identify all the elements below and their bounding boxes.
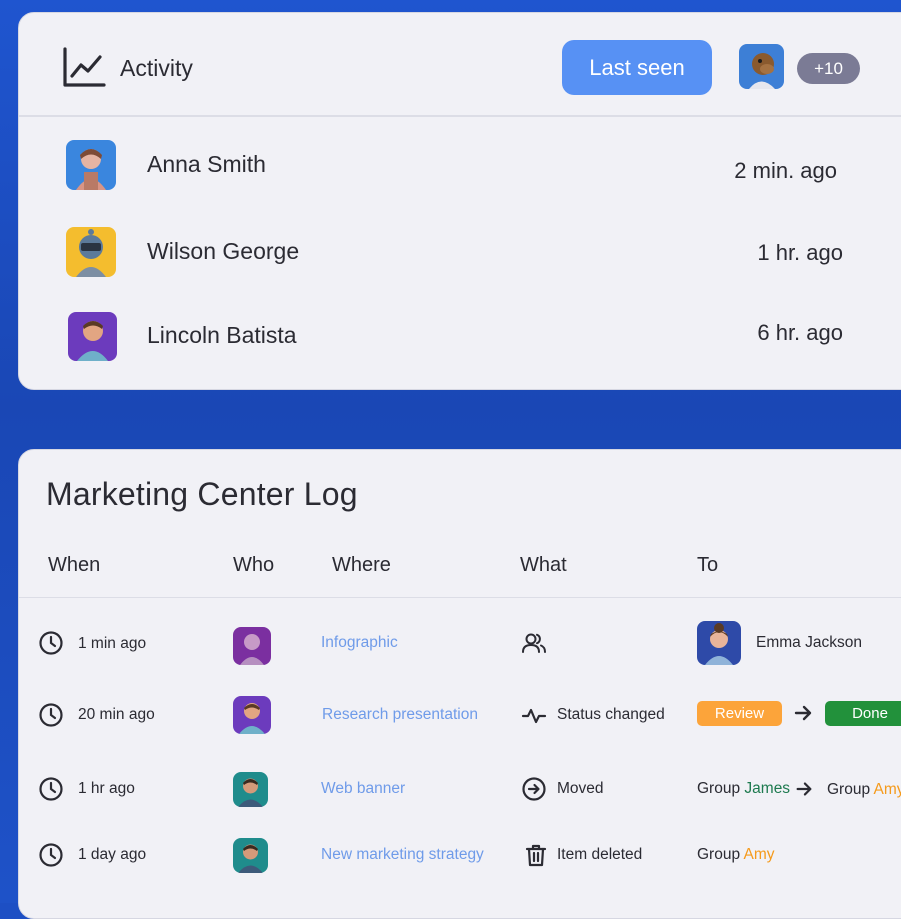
log-to-group: Group Amy bbox=[697, 846, 775, 864]
avatar[interactable] bbox=[233, 696, 271, 734]
log-where-link[interactable]: Infographic bbox=[321, 634, 398, 652]
avatar[interactable] bbox=[66, 227, 116, 277]
column-header-where: Where bbox=[332, 554, 391, 576]
log-what: Moved bbox=[557, 780, 604, 797]
log-when: 20 min ago bbox=[78, 706, 155, 723]
user-last-seen: 6 hr. ago bbox=[757, 320, 843, 345]
clock-icon bbox=[38, 776, 64, 802]
avatar[interactable] bbox=[739, 44, 784, 89]
user-name[interactable]: Lincoln Batista bbox=[147, 322, 297, 349]
status-badge-review: Review bbox=[697, 701, 782, 726]
divider bbox=[19, 597, 901, 598]
log-where-link[interactable]: Research presentation bbox=[322, 706, 478, 724]
column-header-what: What bbox=[520, 554, 567, 576]
arrow-right-icon bbox=[792, 702, 814, 724]
column-header-when: When bbox=[48, 554, 101, 576]
user-last-seen: 2 min. ago bbox=[734, 158, 837, 183]
people-icon bbox=[521, 630, 547, 656]
column-header-to: To bbox=[697, 554, 719, 576]
avatar[interactable] bbox=[68, 312, 117, 361]
log-when: 1 min ago bbox=[78, 635, 147, 652]
more-users-badge[interactable]: +10 bbox=[797, 53, 860, 84]
user-name[interactable]: Wilson George bbox=[147, 238, 299, 265]
group-name[interactable]: James bbox=[744, 780, 790, 797]
log-to-group: Group James bbox=[697, 780, 790, 798]
avatar[interactable] bbox=[233, 627, 271, 665]
log-title: Marketing Center Log bbox=[46, 476, 358, 512]
log-to-group: Group Amy bbox=[827, 781, 901, 799]
clock-icon bbox=[38, 702, 64, 728]
log-what: Status changed bbox=[557, 706, 665, 723]
clock-icon bbox=[38, 630, 64, 656]
avatar[interactable] bbox=[233, 772, 268, 807]
log-to-name: Emma Jackson bbox=[756, 634, 862, 651]
activity-title: Activity bbox=[120, 55, 193, 81]
status-badge-done: Done bbox=[825, 701, 901, 726]
log-where-link[interactable]: Web banner bbox=[321, 780, 405, 798]
group-name[interactable]: Amy bbox=[874, 781, 901, 798]
avatar[interactable] bbox=[233, 838, 268, 873]
avatar[interactable] bbox=[697, 621, 741, 665]
clock-icon bbox=[38, 842, 64, 868]
log-what: Item deleted bbox=[557, 846, 643, 863]
user-last-seen: 1 hr. ago bbox=[757, 240, 843, 265]
column-header-who: Who bbox=[233, 554, 275, 576]
log-when: 1 day ago bbox=[78, 846, 147, 863]
log-when: 1 hr ago bbox=[78, 780, 135, 797]
arrow-circle-right-icon bbox=[521, 776, 547, 802]
arrow-right-icon bbox=[794, 779, 814, 799]
group-name[interactable]: Amy bbox=[744, 846, 775, 863]
last-seen-button[interactable]: Last seen bbox=[562, 40, 712, 95]
group-prefix: Group bbox=[697, 780, 741, 797]
group-prefix: Group bbox=[827, 781, 871, 798]
line-chart-icon bbox=[62, 46, 106, 88]
avatar[interactable] bbox=[66, 140, 116, 190]
trash-icon bbox=[523, 842, 549, 868]
log-where-link[interactable]: New marketing strategy bbox=[321, 846, 484, 864]
activity-pulse-icon bbox=[521, 703, 547, 729]
marketing-log-card: Marketing Center Log When Who Where What… bbox=[18, 449, 901, 919]
activity-card: Activity Last seen +10 Anna Smith 2 min.… bbox=[18, 12, 901, 390]
user-name[interactable]: Anna Smith bbox=[147, 151, 266, 178]
group-prefix: Group bbox=[697, 846, 741, 863]
